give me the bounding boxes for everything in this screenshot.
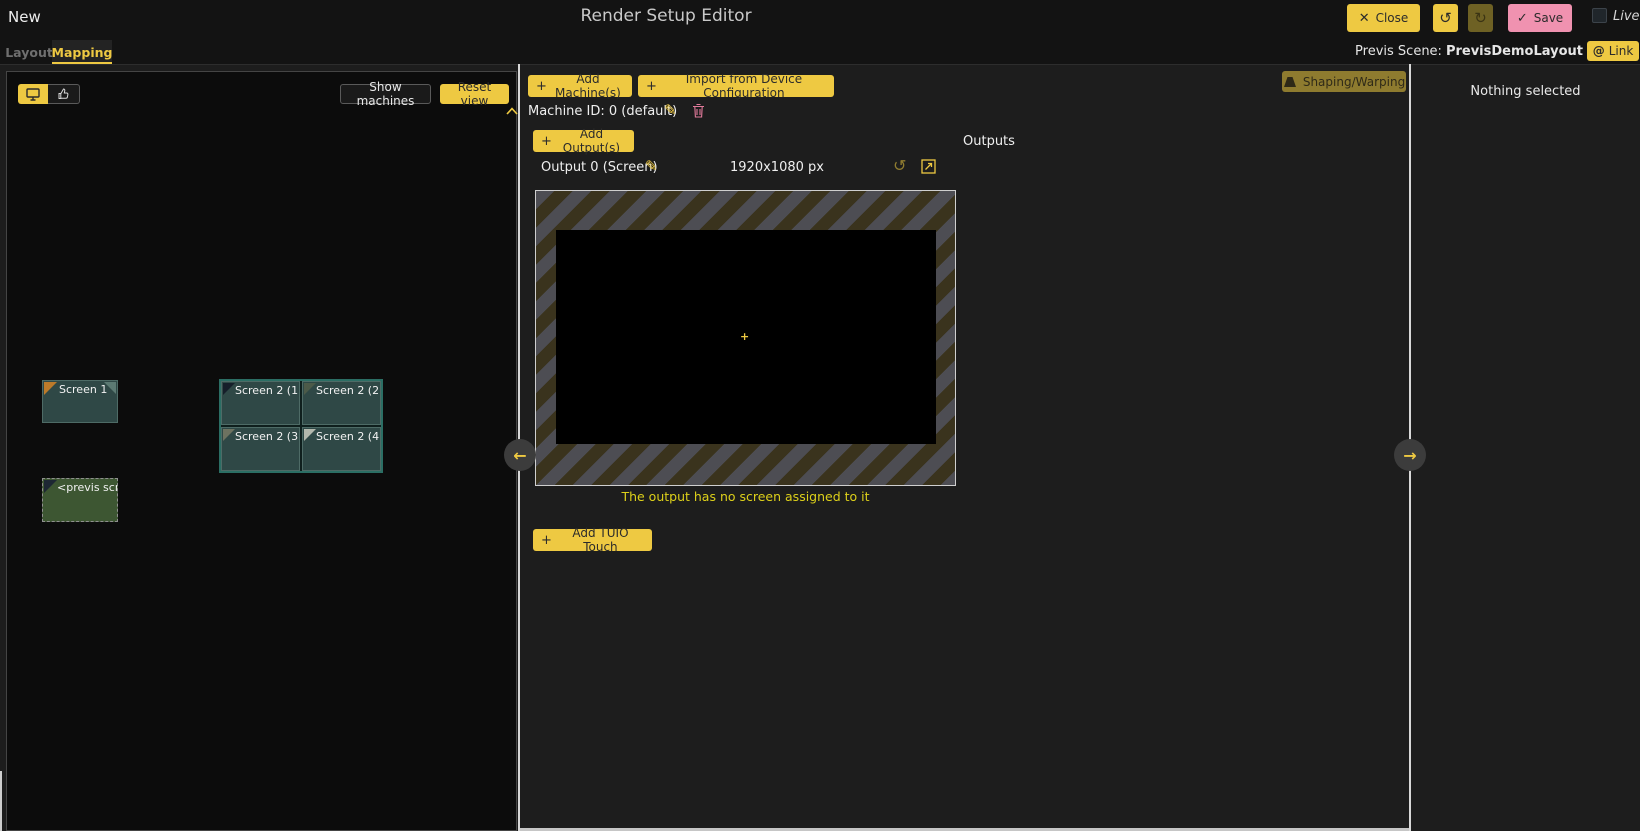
undo-icon: ↺ [1439, 11, 1452, 26]
screen-tile-previs[interactable]: <previs scre [42, 478, 118, 522]
corner-marker [304, 383, 316, 395]
corner-marker [44, 382, 57, 395]
tab-layout[interactable]: Layout [6, 40, 52, 64]
screen-tile-screen2-2[interactable]: Screen 2 (2) [302, 381, 381, 425]
add-machines-label: Add Machine(s) [552, 72, 624, 100]
expand-icon [921, 159, 936, 174]
edit-machine-button[interactable]: ✎ [664, 101, 677, 119]
collapse-left-panel-button[interactable]: ← [504, 439, 536, 471]
collapse-right-panel-button[interactable]: → [1394, 439, 1426, 471]
output-name: Output 0 (Screen) [541, 160, 658, 175]
corner-marker [223, 429, 235, 441]
plus-icon: + [541, 135, 552, 148]
right-panel-empty-state: Nothing selected [1411, 84, 1640, 99]
live-label: Live [1613, 9, 1640, 24]
add-tuio-touch-label: Add TUIO Touch [557, 526, 644, 554]
close-icon: ✕ [1359, 12, 1370, 25]
save-button[interactable]: ✓ Save [1508, 4, 1572, 32]
previs-scene-value: PrevisDemoLayout [1446, 44, 1583, 59]
mapping-canvas-panel[interactable]: Show machines Reset view Screen 1 Screen… [6, 71, 517, 831]
link-button[interactable]: @ Link [1587, 41, 1639, 61]
corner-marker [304, 429, 316, 441]
add-tuio-touch-button[interactable]: + Add TUIO Touch [533, 529, 652, 551]
corner-marker [223, 383, 235, 395]
add-machines-button[interactable]: + Add Machine(s) [528, 75, 632, 97]
thumb-up-icon [58, 88, 70, 100]
page-title: Render Setup Editor [566, 6, 766, 26]
machine-collapse-toggle[interactable] [506, 107, 518, 115]
screen-view-toggle-button[interactable] [18, 84, 48, 104]
document-name: New [8, 8, 41, 26]
output-screen-rect[interactable]: + [556, 230, 936, 444]
tab-mapping-underline [52, 62, 112, 64]
title-bar: New Render Setup Editor ✕ Close ↺ ↻ ✓ Sa… [0, 0, 1640, 65]
delete-machine-button[interactable] [692, 103, 705, 118]
output-resolution: 1920x1080 px [717, 160, 837, 175]
shaping-trapezoid-icon [1283, 76, 1297, 88]
previs-view-toggle-button[interactable] [48, 84, 80, 104]
pencil-icon: ✎ [664, 101, 677, 119]
output-preview-area[interactable]: + [535, 190, 956, 486]
view-mode-toggle [18, 84, 80, 104]
arrow-left-icon: ← [513, 446, 526, 465]
undo-button[interactable]: ↺ [1433, 4, 1458, 32]
shaping-warping-button[interactable]: Shaping/Warping [1282, 71, 1406, 92]
previs-scene-bar: Previs Scene: PrevisDemoLayout [1240, 42, 1583, 60]
plus-icon: + [646, 80, 657, 93]
left-panel-scrollbar[interactable] [0, 771, 2, 831]
plus-icon: + [536, 80, 547, 93]
add-outputs-label: Add Output(s) [557, 127, 626, 155]
close-button-label: Close [1376, 11, 1409, 25]
no-screen-warning: The output has no screen assigned to it [535, 489, 956, 504]
screen-tile-screen1[interactable]: Screen 1 [42, 380, 118, 423]
rotate-output-button[interactable]: ↺ [893, 156, 906, 175]
plus-icon: + [541, 534, 552, 547]
screen-tile-screen2-3[interactable]: Screen 2 (3) [221, 427, 300, 471]
monitor-icon [26, 88, 40, 101]
show-machines-label: Show machines [347, 80, 424, 108]
add-outputs-button[interactable]: + Add Output(s) [533, 130, 634, 152]
close-button[interactable]: ✕ Close [1347, 4, 1420, 32]
redo-button[interactable]: ↻ [1468, 4, 1493, 32]
save-button-label: Save [1534, 11, 1563, 25]
redo-icon: ↻ [1474, 11, 1487, 26]
render-setup-editor-window: New Render Setup Editor ✕ Close ↺ ↻ ✓ Sa… [0, 0, 1640, 831]
screen-tile-screen2-4[interactable]: Screen 2 (4) [302, 427, 381, 471]
machine-header: Machine ID: 0 (default) [528, 104, 677, 119]
pencil-icon: ✎ [645, 157, 658, 175]
show-machines-button[interactable]: Show machines [340, 84, 431, 104]
corner-marker [44, 480, 57, 493]
previs-scene-label: Previs Scene: [1355, 44, 1442, 59]
origin-cross: + [740, 330, 749, 343]
live-checkbox[interactable] [1592, 8, 1607, 23]
check-icon: ✓ [1517, 12, 1528, 25]
rotate-icon: ↺ [893, 156, 906, 175]
trash-icon [692, 103, 705, 118]
import-device-config-label: Import from Device Configuration [662, 72, 826, 100]
shaping-warping-label: Shaping/Warping [1303, 75, 1405, 89]
outputs-column-header: Outputs [963, 134, 1015, 149]
arrow-right-icon: → [1403, 446, 1416, 465]
import-device-config-button[interactable]: + Import from Device Configuration [638, 75, 834, 97]
screen-group-screen2[interactable]: Screen 2 (1) Screen 2 (2) Screen 2 (3) S… [219, 379, 383, 473]
link-button-label: Link [1609, 44, 1634, 58]
fold-marker [104, 382, 116, 394]
expand-output-button[interactable] [921, 159, 936, 174]
link-icon: @ [1593, 45, 1605, 57]
chevron-up-icon [506, 107, 518, 115]
edit-output-button[interactable]: ✎ [645, 157, 658, 175]
screen-tile-screen2-1[interactable]: Screen 2 (1) [221, 381, 300, 425]
reset-view-button[interactable]: Reset view [440, 84, 509, 104]
reset-view-label: Reset view [448, 80, 501, 108]
tab-mapping[interactable]: Mapping [52, 40, 112, 64]
